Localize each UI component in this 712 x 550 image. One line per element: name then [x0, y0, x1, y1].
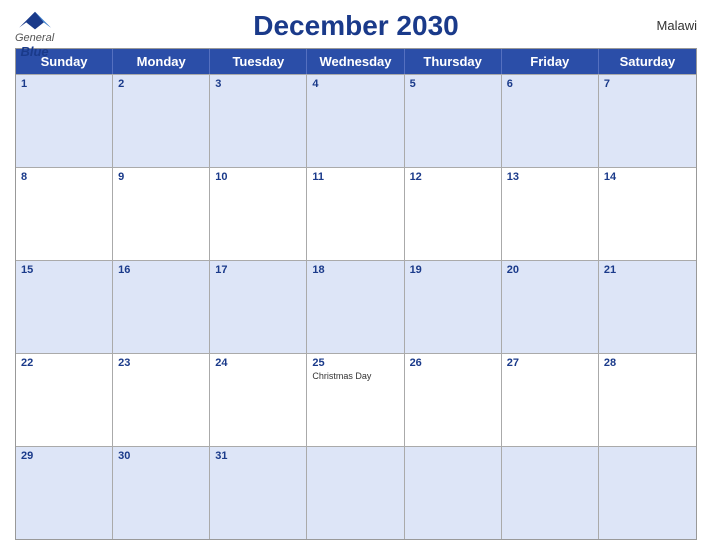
header-saturday: Saturday — [599, 49, 696, 74]
day-number-14: 14 — [604, 171, 691, 183]
day-cell-3-7: 21 — [599, 261, 696, 353]
day-number-8: 8 — [21, 171, 107, 183]
day-number-16: 16 — [118, 264, 204, 276]
day-cell-3-1: 15 — [16, 261, 113, 353]
day-number-23: 23 — [118, 357, 204, 369]
logo-blue-text: Blue — [20, 44, 48, 59]
day-cell-5-1: 29 — [16, 447, 113, 539]
day-cell-5-5 — [405, 447, 502, 539]
day-cell-1-4: 4 — [307, 75, 404, 167]
day-cell-1-1: 1 — [16, 75, 113, 167]
day-cell-4-5: 26 — [405, 354, 502, 446]
day-cell-2-7: 14 — [599, 168, 696, 260]
day-cell-2-4: 11 — [307, 168, 404, 260]
day-number-12: 12 — [410, 171, 496, 183]
day-cell-5-6 — [502, 447, 599, 539]
calendar-header: General Blue December 2030 Malawi — [15, 10, 697, 42]
day-number-1: 1 — [21, 78, 107, 90]
country-label: Malawi — [657, 18, 697, 33]
day-cell-5-2: 30 — [113, 447, 210, 539]
week-row-2: 89 10 11 12 13 14 — [16, 167, 696, 260]
day-number-4: 4 — [312, 78, 398, 90]
day-number-21: 21 — [604, 264, 691, 276]
day-number-15: 15 — [21, 264, 107, 276]
day-number-11: 11 — [312, 171, 398, 183]
header-thursday: Thursday — [405, 49, 502, 74]
day-number-20: 20 — [507, 264, 593, 276]
logo-icon — [17, 10, 53, 32]
week-row-3: 15 16 17 18 19 20 21 — [16, 260, 696, 353]
day-number-3: 3 — [215, 78, 301, 90]
day-cell-2-6: 13 — [502, 168, 599, 260]
day-number-18: 18 — [312, 264, 398, 276]
week-row-5: 29 30 31 — [16, 446, 696, 539]
day-number-30: 30 — [118, 450, 204, 462]
day-cell-3-6: 20 — [502, 261, 599, 353]
day-cell-3-3: 17 — [210, 261, 307, 353]
calendar-container: General Blue December 2030 Malawi Sunday… — [0, 0, 712, 550]
day-cell-5-7 — [599, 447, 696, 539]
day-number-7: 7 — [604, 78, 691, 90]
day-number-19: 19 — [410, 264, 496, 276]
day-cell-2-1: 8 — [16, 168, 113, 260]
day-cell-4-6: 27 — [502, 354, 599, 446]
day-number-31: 31 — [215, 450, 301, 462]
day-cell-3-2: 16 — [113, 261, 210, 353]
day-number-10: 10 — [215, 171, 301, 183]
day-number-5: 5 — [410, 78, 496, 90]
day-cell-4-1: 22 — [16, 354, 113, 446]
day-cell-5-3: 31 — [210, 447, 307, 539]
logo: General Blue — [15, 10, 54, 59]
day-cell-4-3: 24 — [210, 354, 307, 446]
day-cell-1-6: 6 — [502, 75, 599, 167]
day-number-17: 17 — [215, 264, 301, 276]
day-cell-1-5: 5 — [405, 75, 502, 167]
day-cell-2-2: 9 — [113, 168, 210, 260]
day-cell-1-7: 7 — [599, 75, 696, 167]
day-number-26: 26 — [410, 357, 496, 369]
day-number-6: 6 — [507, 78, 593, 90]
day-cell-4-4: 25 Christmas Day — [307, 354, 404, 446]
day-number-27: 27 — [507, 357, 593, 369]
day-number-28: 28 — [604, 357, 691, 369]
day-number-13: 13 — [507, 171, 593, 183]
day-number-22: 22 — [21, 357, 107, 369]
logo-general-text: General — [15, 32, 54, 44]
header-monday: Monday — [113, 49, 210, 74]
week-row-1: 1234567 — [16, 74, 696, 167]
header-wednesday: Wednesday — [307, 49, 404, 74]
week-row-4: 22 23 24 25 Christmas Day 26 27 28 — [16, 353, 696, 446]
header-friday: Friday — [502, 49, 599, 74]
day-number-25: 25 — [312, 357, 398, 369]
day-number-2: 2 — [118, 78, 204, 90]
day-cell-3-4: 18 — [307, 261, 404, 353]
calendar-title: December 2030 — [253, 10, 458, 42]
day-cell-4-2: 23 — [113, 354, 210, 446]
event-label-25: Christmas Day — [312, 371, 398, 381]
day-number-9: 9 — [118, 171, 204, 183]
header-tuesday: Tuesday — [210, 49, 307, 74]
day-number-29: 29 — [21, 450, 107, 462]
weeks-container: 1234567891011121314151617181920212223242… — [16, 74, 696, 539]
day-cell-2-5: 12 — [405, 168, 502, 260]
day-headers-row: Sunday Monday Tuesday Wednesday Thursday… — [16, 49, 696, 74]
day-cell-1-2: 2 — [113, 75, 210, 167]
day-cell-1-3: 3 — [210, 75, 307, 167]
day-cell-4-7: 28 — [599, 354, 696, 446]
day-cell-3-5: 19 — [405, 261, 502, 353]
calendar-grid: Sunday Monday Tuesday Wednesday Thursday… — [15, 48, 697, 540]
day-cell-2-3: 10 — [210, 168, 307, 260]
day-cell-5-4 — [307, 447, 404, 539]
day-number-24: 24 — [215, 357, 301, 369]
